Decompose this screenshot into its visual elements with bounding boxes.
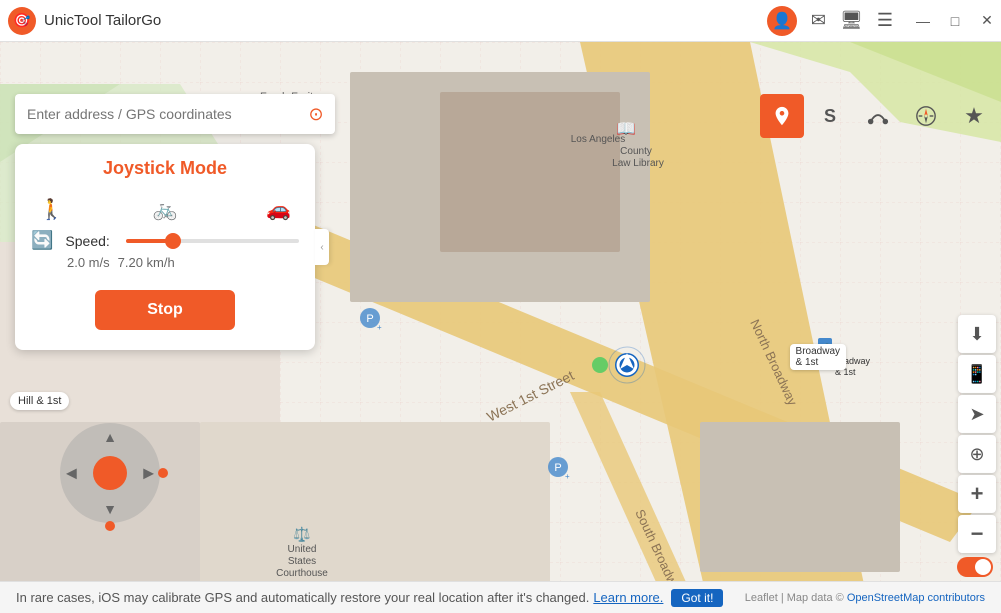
compass-button[interactable] — [904, 94, 948, 138]
notification-text: In rare cases, iOS may calibrate GPS and… — [16, 590, 589, 605]
joystick-center[interactable] — [93, 456, 127, 490]
svg-text:P: P — [554, 462, 561, 474]
svg-text:P: P — [366, 313, 373, 325]
svg-text:⚖️: ⚖️ — [293, 526, 310, 543]
svg-text:📖: 📖 — [616, 121, 636, 138]
speed-slider[interactable] — [126, 239, 299, 243]
speed-mps: 2.0 m/s — [67, 255, 110, 270]
crosshair-button[interactable]: ⊕ — [958, 435, 996, 473]
svg-text:County: County — [620, 146, 652, 157]
app-title: UnicTool TailorGo — [44, 12, 767, 29]
panel-toggle[interactable]: ‹ — [315, 229, 329, 265]
search-bar: ⊙ — [15, 94, 335, 134]
notification-bar: In rare cases, iOS may calibrate GPS and… — [0, 581, 1001, 613]
speed-section: 🚶 🚲 🚗 🔄 Speed: 2.0 m/s 7.20 km/h — [15, 189, 315, 282]
svg-text:Law Library: Law Library — [612, 158, 664, 169]
speed-values: 2.0 m/s 7.20 km/h — [31, 251, 299, 270]
bike-icon[interactable]: 🚲 — [153, 197, 178, 222]
zoom-out-button[interactable]: − — [958, 515, 996, 553]
speed-row: 🔄 Speed: — [31, 230, 299, 251]
minimize-button[interactable]: — — [909, 7, 937, 35]
svg-text:States: States — [288, 556, 316, 567]
svg-text:Courthouse: Courthouse — [276, 568, 328, 579]
joystick-right-arrow[interactable]: ▶ — [143, 465, 154, 482]
broadway-1st-text: Broadway& 1st — [796, 346, 840, 368]
user-avatar[interactable]: 👤 — [767, 6, 797, 36]
joystick-dot-bottom — [105, 521, 115, 531]
hill-1st-text: Hill & 1st — [18, 395, 61, 407]
navigation-button[interactable]: ➤ — [958, 395, 996, 433]
route-curve-button[interactable] — [856, 94, 900, 138]
toggle-knob — [975, 559, 991, 575]
window-controls: — □ ✕ — [909, 7, 1001, 35]
broadway-1st-label: Broadway& 1st — [790, 344, 846, 370]
pin-tool-button[interactable] — [760, 94, 804, 138]
joystick-panel: Joystick Mode 🚶 🚲 🚗 🔄 Speed: 2.0 m/s 7.2… — [15, 144, 315, 350]
map-right-buttons: ⬇ 📱 ➤ ⊕ + − — [958, 315, 996, 553]
route-s-button[interactable]: S — [808, 94, 852, 138]
download-button[interactable]: ⬇ — [958, 315, 996, 353]
transport-icons: 🚶 🚲 🚗 — [31, 197, 299, 230]
titlebar: 🎯 UnicTool TailorGo 👤 ✉ 🖥 ☰ — □ ✕ — [0, 0, 1001, 42]
toggle-switch[interactable] — [957, 557, 993, 577]
app-icon-letter: 🎯 — [13, 12, 30, 29]
toolbar: S ★ — [760, 94, 996, 138]
joystick-down-arrow[interactable]: ▼ — [103, 501, 117, 517]
joystick-control[interactable]: ▲ ▼ ◀ ▶ — [60, 423, 160, 523]
speed-kmph: 7.20 km/h — [118, 255, 175, 270]
search-button[interactable]: ⊙ — [297, 95, 335, 133]
hill-1st-label: Hill & 1st — [10, 392, 69, 410]
menu-icon[interactable]: ☰ — [877, 10, 893, 31]
monitor-icon[interactable]: 🖥 — [840, 10, 863, 31]
phone-button[interactable]: 📱 — [958, 355, 996, 393]
joystick-dot-right — [158, 468, 168, 478]
svg-text:United: United — [288, 544, 317, 555]
maximize-button[interactable]: □ — [941, 7, 969, 35]
walk-icon[interactable]: 🚶 — [39, 197, 64, 222]
favorites-button[interactable]: ★ — [952, 94, 996, 138]
car-icon[interactable]: 🚗 — [266, 197, 291, 222]
attribution-text: Leaflet | Map data © OpenStreetMap contr… — [745, 592, 985, 604]
speed-label: Speed: — [65, 233, 109, 249]
joystick-outer[interactable]: ▲ ▼ ◀ ▶ — [60, 423, 160, 523]
app-icon: 🎯 — [8, 7, 36, 35]
titlebar-icons: 👤 ✉ 🖥 ☰ — [767, 6, 893, 36]
joystick-title: Joystick Mode — [15, 144, 315, 189]
osm-link[interactable]: OpenStreetMap contributors — [847, 592, 985, 604]
learn-more-link[interactable]: Learn more. — [593, 590, 663, 605]
svg-text:+: + — [377, 323, 382, 332]
map-area: West 1st Street North Broadway South Bro… — [0, 42, 1001, 613]
zoom-in-button[interactable]: + — [958, 475, 996, 513]
close-button[interactable]: ✕ — [973, 7, 1001, 35]
svg-text:+: + — [565, 472, 570, 481]
mail-icon[interactable]: ✉ — [811, 10, 826, 31]
joystick-up-arrow[interactable]: ▲ — [103, 429, 117, 445]
joystick-left-arrow[interactable]: ◀ — [66, 465, 77, 482]
stop-button[interactable]: Stop — [95, 290, 235, 330]
search-input[interactable] — [15, 106, 297, 122]
got-it-button[interactable]: Got it! — [671, 589, 723, 607]
